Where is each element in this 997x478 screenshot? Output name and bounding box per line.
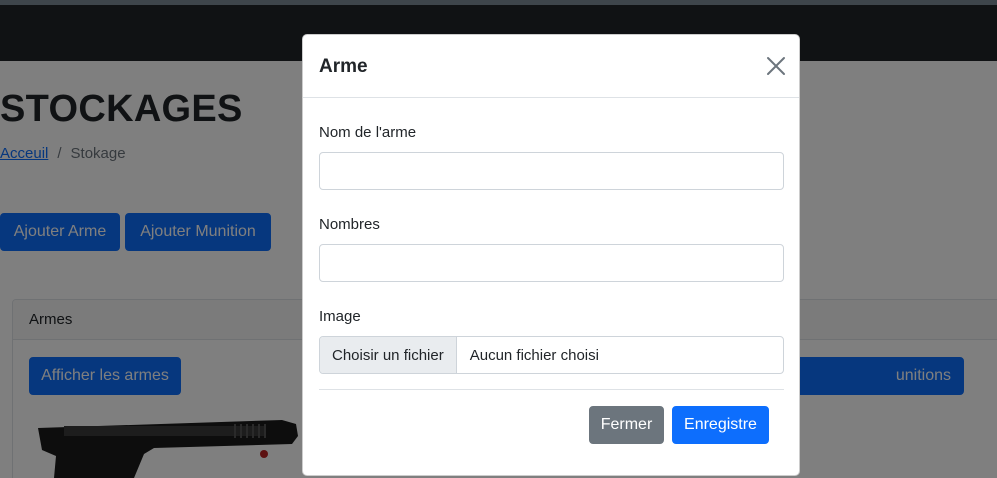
arme-modal: Arme Nom de l'arme Nombres Image Choisir… [302, 34, 800, 476]
save-button[interactable]: Enregistre [672, 406, 769, 444]
count-label: Nombres [319, 216, 380, 233]
modal-title: Arme [319, 56, 368, 77]
close-button[interactable]: Fermer [589, 406, 664, 444]
image-label: Image [319, 308, 361, 325]
name-label: Nom de l'arme [319, 124, 417, 141]
modal-footer-divider [319, 389, 784, 390]
modal-header: Arme [303, 35, 799, 98]
close-icon[interactable] [765, 55, 787, 77]
count-input[interactable] [319, 244, 784, 282]
name-input[interactable] [319, 152, 784, 190]
file-status-text: Aucun fichier choisi [469, 346, 599, 364]
image-file-input[interactable]: Choisir un fichier Aucun fichier choisi [319, 336, 784, 374]
choose-file-button[interactable]: Choisir un fichier [320, 337, 457, 373]
